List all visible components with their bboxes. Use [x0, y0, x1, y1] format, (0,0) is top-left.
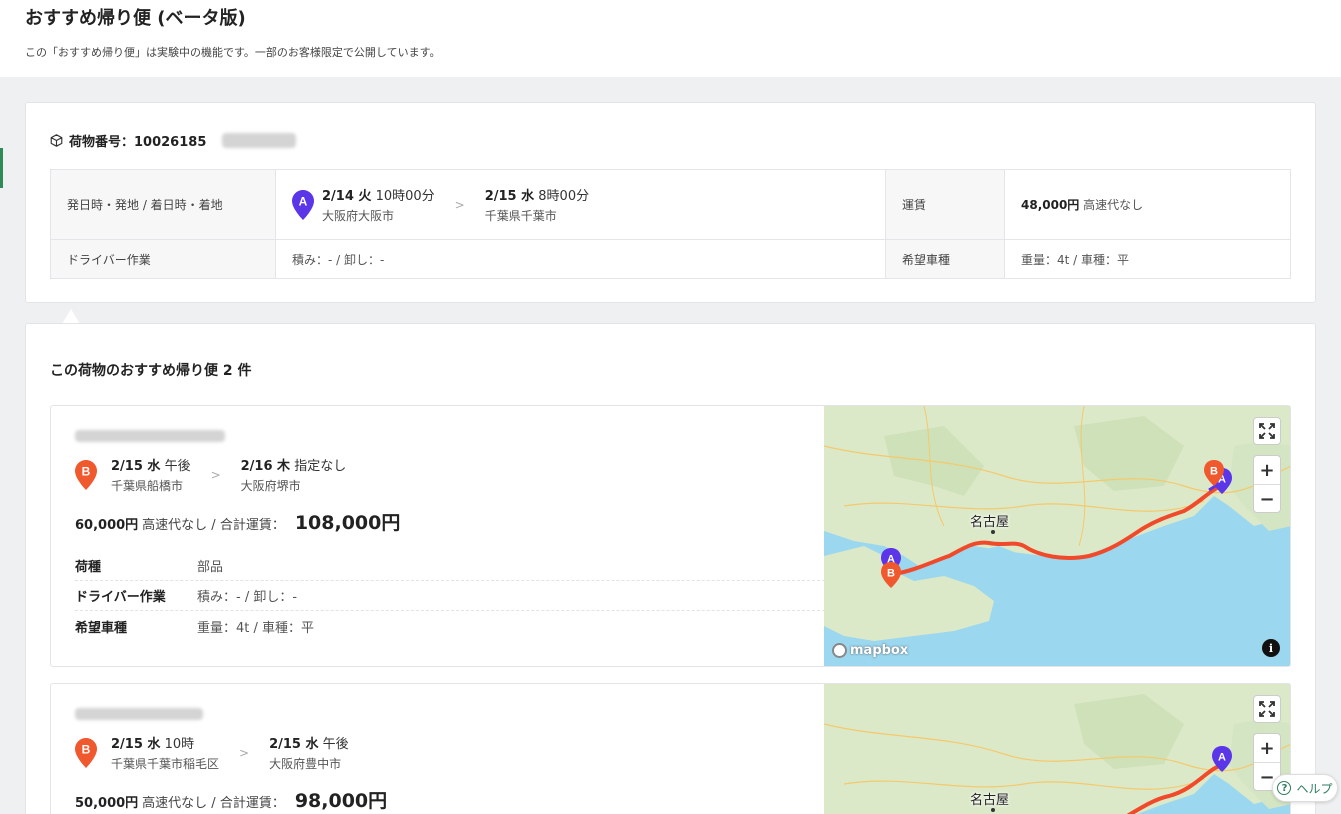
total-fare: 98,000円 — [294, 790, 388, 812]
depart-date: 2/15 水 — [111, 459, 161, 474]
depart-date: 2/15 水 — [111, 737, 161, 752]
help-icon: ? — [1277, 781, 1292, 795]
redacted-company-name — [75, 708, 203, 720]
help-button[interactable]: ? ヘルプ — [1272, 774, 1338, 802]
recommendation-item[interactable]: B 2/15 水 10時 千葉県千葉市稲毛区 > 2/15 水 午後 大阪府豊中… — [50, 683, 1291, 814]
expand-icon — [1259, 701, 1275, 717]
map-info-button[interactable]: i — [1262, 639, 1280, 657]
detail-key: ドライバー作業 — [75, 590, 166, 605]
package-icon — [50, 134, 63, 147]
depart-place: 大阪府大阪市 — [322, 209, 395, 223]
cargo-number-label: 荷物番号：10026185 — [69, 135, 207, 150]
fare-note: 高速代なし — [1083, 198, 1144, 212]
detail-row-driver-work: ドライバー作業 積み：- / 卸し：- — [75, 581, 825, 611]
route-header: 発日時・発地 / 着日時・着地 — [50, 169, 276, 240]
detail-key: 希望車種 — [75, 620, 128, 636]
map-city-label: 名古屋 — [970, 793, 1010, 808]
route-map[interactable]: A 名古屋 + − — [824, 684, 1291, 814]
recommendation-list-card: この荷物のおすすめ帰り便 2 件 B 2/15 水 午後 千葉県船橋市 > 2/… — [25, 323, 1316, 814]
zoom-control: + − — [1253, 455, 1281, 513]
price-note: 高速代なし / 合計運賃： — [142, 518, 285, 533]
expand-icon — [1259, 423, 1275, 439]
result-route: B 2/15 水 10時 千葉県千葉市稲毛区 > 2/15 水 午後 大阪府豊中… — [75, 733, 349, 772]
arrive-date: 2/15 水 — [484, 189, 535, 204]
result-price: 50,000円 高速代なし / 合計運賃： 98,000円 — [75, 786, 387, 813]
fare-value: 48,000円 — [1021, 198, 1080, 212]
chevron-right-icon: > — [239, 745, 250, 760]
fare-cell: 48,000円 高速代なし — [1004, 169, 1291, 240]
fullscreen-button[interactable] — [1253, 695, 1281, 723]
detail-row-vehicle: 希望車種 重量：4t / 車種：平 — [75, 611, 825, 641]
page-title: おすすめ帰り便 (ベータ版) — [25, 8, 246, 29]
detail-row-cargo-type: 荷種 部品 — [75, 551, 825, 581]
arrive-time: 午後 — [322, 737, 349, 752]
card-pointer — [62, 309, 80, 324]
help-label: ヘルプ — [1296, 781, 1333, 796]
svg-text:A: A — [299, 194, 308, 208]
detail-value: 部品 — [197, 560, 224, 575]
detail-value: 重量：4t / 車種：平 — [197, 620, 315, 636]
zoom-out-button[interactable]: − — [1254, 485, 1280, 514]
depart-place: 千葉県千葉市稲毛区 — [111, 757, 220, 771]
zoom-in-button[interactable]: + — [1254, 734, 1280, 763]
fullscreen-button[interactable] — [1253, 417, 1281, 445]
page-description: この「おすすめ帰り便」は実験中の機能です。一部のお客様限定で公開しています。 — [25, 46, 441, 59]
route-map[interactable]: A B A B 名古屋 + − mapbox i — [824, 406, 1291, 666]
svg-text:B: B — [1210, 466, 1218, 478]
svg-text:B: B — [82, 464, 91, 478]
arrive-date: 2/15 水 — [269, 737, 319, 752]
svg-text:B: B — [887, 568, 895, 580]
cargo-info-table: 発日時・発地 / 着日時・着地 A 2/14 火 10時00分 大阪府大阪市 >… — [50, 169, 1291, 279]
mapbox-logo[interactable]: mapbox — [832, 643, 908, 658]
cargo-number: 荷物番号：10026185 — [50, 131, 297, 150]
map-city-label: 名古屋 — [970, 515, 1010, 530]
fare-header: 運賃 — [885, 169, 1005, 240]
chevron-right-icon: > — [210, 467, 221, 482]
arrive-place: 大阪府豊中市 — [269, 757, 342, 771]
detail-value: 積み：- / 卸し：- — [197, 590, 298, 605]
page-header: おすすめ帰り便 (ベータ版) この「おすすめ帰り便」は実験中の機能です。一部のお… — [0, 0, 1341, 77]
redacted-company-name — [75, 430, 225, 442]
driver-work-header: ドライバー作業 — [50, 239, 276, 279]
route-cell: A 2/14 火 10時00分 大阪府大阪市 > 2/15 水 8時00分 千葉… — [275, 169, 886, 240]
recommendation-item[interactable]: B 2/15 水 午後 千葉県船橋市 > 2/16 木 指定なし 大阪府堺市 6… — [50, 405, 1291, 667]
price-value: 60,000円 — [75, 518, 139, 533]
svg-text:A: A — [1218, 752, 1226, 764]
depart-time: 10時 — [164, 737, 195, 752]
zoom-in-button[interactable]: + — [1254, 456, 1280, 485]
result-price: 60,000円 高速代なし / 合計運賃： 108,000円 — [75, 508, 400, 535]
price-value: 50,000円 — [75, 796, 139, 811]
svg-text:B: B — [82, 742, 91, 756]
mapbox-logo-icon — [832, 643, 847, 658]
depart-time: 10時00分 — [375, 189, 435, 204]
cargo-card: 荷物番号：10026185 発日時・発地 / 着日時・着地 A 2/14 火 1… — [25, 102, 1316, 303]
depart-place: 千葉県船橋市 — [111, 479, 184, 493]
map-canvas[interactable]: A — [824, 684, 1291, 814]
map-canvas[interactable]: A B A B — [824, 406, 1291, 666]
detail-key: 荷種 — [75, 560, 102, 575]
arrive-place: 千葉県千葉市 — [484, 209, 557, 223]
arrive-time: 指定なし — [294, 459, 347, 474]
result-details: 荷種 部品 ドライバー作業 積み：- / 卸し：- 希望車種 重量：4t / 車種：平 — [75, 551, 825, 641]
vehicle-value: 重量：4t / 車種：平 — [1004, 239, 1291, 279]
pin-b-icon: B — [75, 737, 97, 768]
redacted-text — [222, 133, 297, 148]
list-title: この荷物のおすすめ帰り便 2 件 — [50, 363, 252, 379]
result-route: B 2/15 水 午後 千葉県船橋市 > 2/16 木 指定なし 大阪府堺市 — [75, 455, 346, 494]
arrive-place: 大阪府堺市 — [240, 479, 301, 493]
pin-a-icon: A — [292, 189, 314, 220]
mapbox-logo-text: mapbox — [850, 643, 909, 658]
driver-work-value: 積み：- / 卸し：- — [275, 239, 886, 279]
arrive-time: 8時00分 — [538, 189, 590, 204]
pin-b-icon: B — [75, 459, 97, 490]
arrive-date: 2/16 木 — [240, 459, 291, 474]
depart-date: 2/14 火 — [322, 189, 372, 204]
total-fare: 108,000円 — [294, 512, 401, 534]
side-tab-indicator[interactable] — [0, 148, 3, 188]
price-note: 高速代なし / 合計運賃： — [142, 796, 285, 811]
vehicle-header: 希望車種 — [885, 239, 1005, 279]
chevron-right-icon: > — [454, 197, 465, 212]
depart-time: 午後 — [164, 459, 191, 474]
